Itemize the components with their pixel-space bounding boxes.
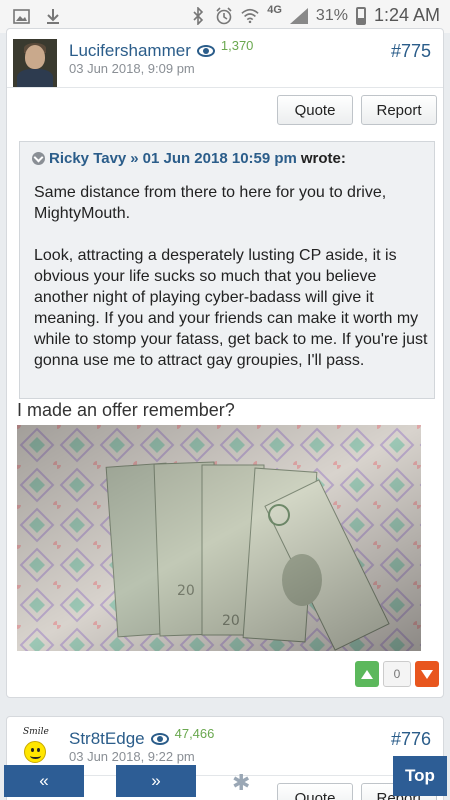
arrow-down-icon xyxy=(421,669,433,679)
battery-icon xyxy=(355,6,366,25)
post-date: 03 Jun 2018, 9:22 pm xyxy=(69,749,195,764)
wifi-icon xyxy=(241,6,259,26)
quote-wrote-label: wrote: xyxy=(300,150,346,167)
quote-paragraph: Look, attracting a desperately lusting C… xyxy=(34,247,428,369)
battery-percent: 31% xyxy=(315,6,348,24)
online-eye-icon xyxy=(150,733,169,745)
quote-paragraph: Same distance from there to here for you… xyxy=(34,184,387,222)
quote-button[interactable]: Quote xyxy=(277,783,353,800)
online-eye-icon xyxy=(196,45,215,57)
vote-count: 0 xyxy=(383,661,411,687)
quote-separator: » xyxy=(130,150,139,167)
post-card: Lucifershammer 1,370 03 Jun 2018, 9:09 p… xyxy=(6,28,444,698)
post-count: 47,466 xyxy=(174,725,215,741)
asterisk-icon[interactable]: ✱ xyxy=(232,770,250,796)
report-button[interactable]: Report xyxy=(361,95,437,125)
quote-author-link[interactable]: Ricky Tavy xyxy=(49,150,126,167)
author-name[interactable]: Str8tEdge xyxy=(69,729,145,749)
downvote-button[interactable] xyxy=(415,661,439,687)
avatar-caption: Smile xyxy=(23,727,49,737)
chevron-down-icon[interactable] xyxy=(32,152,45,165)
post-number-link[interactable]: #776 xyxy=(391,729,431,750)
signal-icon xyxy=(289,7,308,24)
attached-photo[interactable]: 20 20 xyxy=(17,425,421,651)
next-page-button[interactable]: » xyxy=(116,765,196,797)
network-type: 4G xyxy=(267,3,282,16)
quote-block: Ricky Tavy » 01 Jun 2018 10:59 pm wrote:… xyxy=(19,141,435,399)
alarm-icon xyxy=(215,6,233,26)
post-number-link[interactable]: #775 xyxy=(391,41,431,62)
quote-button[interactable]: Quote xyxy=(277,95,353,125)
smiley-icon xyxy=(24,741,46,763)
quote-text: Same distance from there to here for you… xyxy=(34,182,430,392)
post-count: 1,370 xyxy=(220,37,254,53)
author-name[interactable]: Lucifershammer xyxy=(69,41,191,61)
post-body-text: I made an offer remember? xyxy=(17,400,235,420)
arrow-up-icon xyxy=(361,669,373,679)
image-icon xyxy=(12,6,30,26)
divider xyxy=(7,87,443,88)
avatar[interactable] xyxy=(13,39,57,87)
bluetooth-icon xyxy=(189,6,207,26)
post-date: 03 Jun 2018, 9:09 pm xyxy=(69,61,195,76)
download-icon xyxy=(44,6,62,26)
clock: 1:24 AM xyxy=(373,5,440,25)
previous-page-button[interactable]: « xyxy=(4,765,84,797)
upvote-button[interactable] xyxy=(355,661,379,687)
quote-date-link[interactable]: 01 Jun 2018 10:59 pm xyxy=(143,150,297,167)
scroll-top-button[interactable]: Top xyxy=(393,756,447,796)
